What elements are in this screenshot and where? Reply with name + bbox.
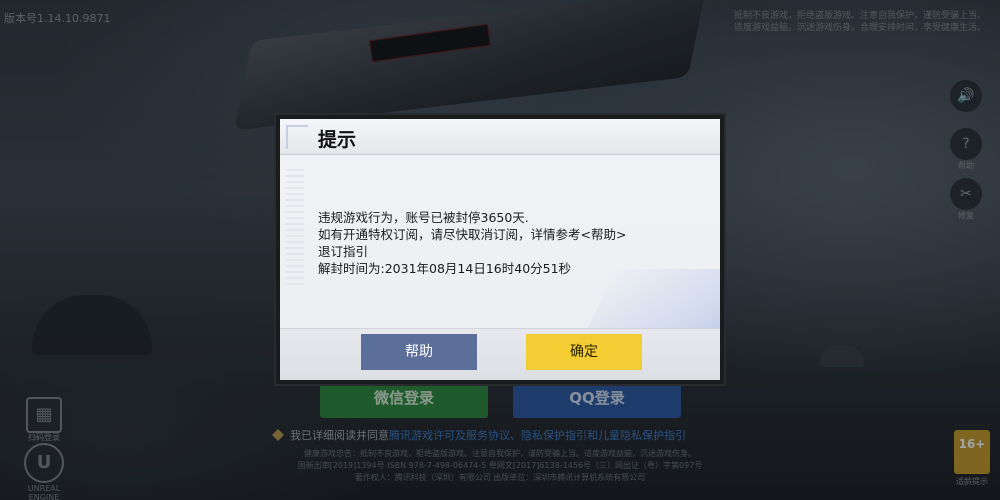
decorative-stripe — [286, 169, 304, 289]
dialog-header: 提示 — [280, 119, 720, 155]
help-button[interactable]: 帮助 — [361, 334, 477, 370]
ban-notice-dialog: 提示 违规游戏行为，账号已被封停3650天. 如有开通特权订阅，请尽快取消订阅，… — [274, 113, 726, 386]
message-line: 违规游戏行为，账号已被封停3650天. — [318, 210, 529, 225]
message-line: 解封时间为:2031年08月14日16时40分51秒 — [318, 261, 572, 276]
dialog-title: 提示 — [318, 129, 357, 151]
message-line: 如有开通特权订阅，请尽快取消订阅，详情参考<帮助> — [318, 227, 627, 242]
confirm-button[interactable]: 确定 — [526, 334, 642, 370]
dialog-panel: 提示 违规游戏行为，账号已被封停3650天. 如有开通特权订阅，请尽快取消订阅，… — [280, 119, 720, 380]
corner-decoration-icon — [286, 125, 308, 149]
dialog-message: 违规游戏行为，账号已被封停3650天. 如有开通特权订阅，请尽快取消订阅，详情参… — [318, 209, 703, 277]
message-line: 退订指引 — [318, 244, 369, 259]
dialog-footer: 帮助 确定 — [280, 328, 720, 380]
